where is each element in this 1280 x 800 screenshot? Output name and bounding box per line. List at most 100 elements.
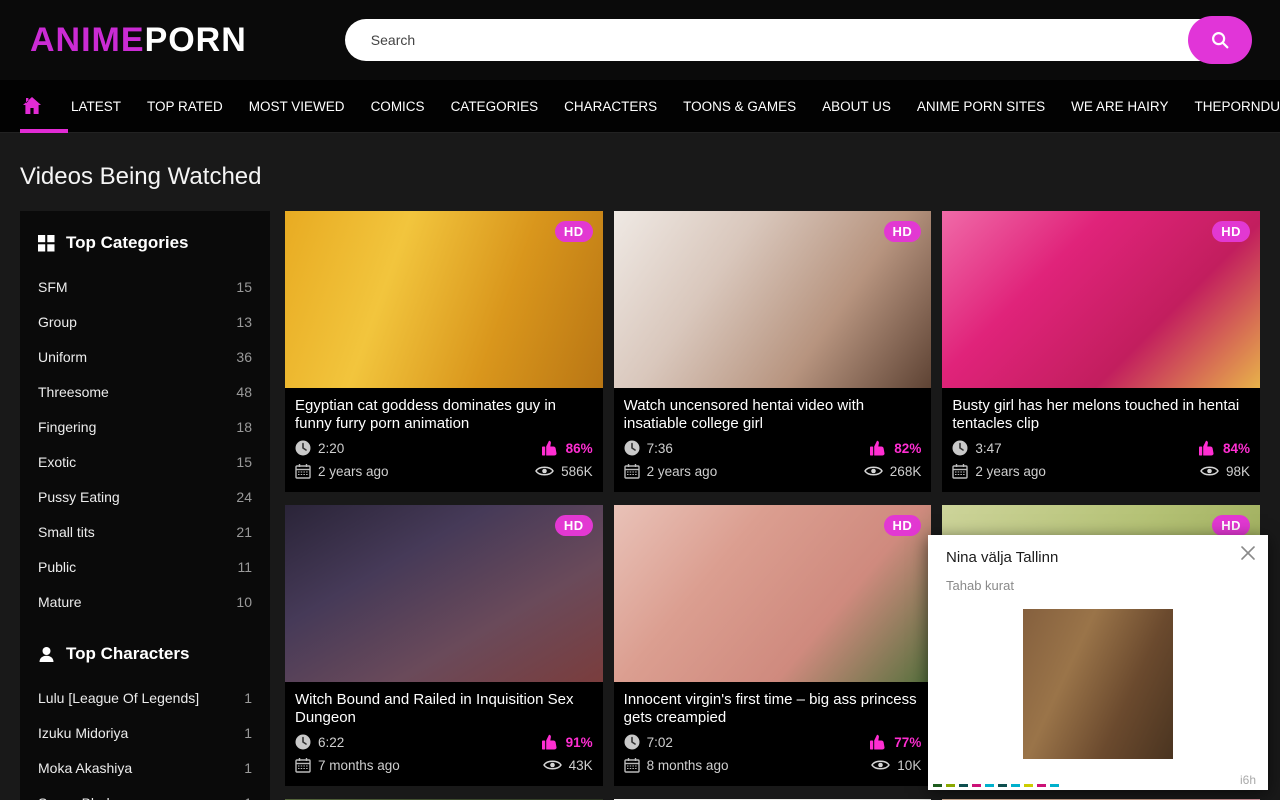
magnifier-icon	[1209, 29, 1231, 51]
video-card: HD Busty girl has her melons touched in …	[942, 211, 1260, 492]
character-label: Izuku Midoriya	[38, 725, 128, 741]
color-dash	[959, 784, 968, 787]
logo-text-secondary: PORN	[145, 21, 247, 59]
category-label: SFM	[38, 279, 68, 295]
nav-link[interactable]: COMICS	[358, 80, 438, 133]
nav-link[interactable]: MOST VIEWED	[236, 80, 358, 133]
character-list-item[interactable]: Moka Akashiya 1	[38, 760, 252, 776]
video-views: 43K	[569, 758, 593, 773]
video-views: 10K	[897, 758, 921, 773]
character-count: 1	[244, 690, 252, 706]
hd-badge: HD	[555, 515, 593, 536]
video-title[interactable]: Busty girl has her melons touched in hen…	[952, 397, 1250, 433]
clock-icon	[624, 440, 640, 456]
category-list-item[interactable]: Threesome 48	[38, 384, 252, 400]
ad-timer-label: i6h	[1240, 773, 1256, 787]
video-thumbnail[interactable]: HD	[614, 211, 932, 388]
character-list-item[interactable]: Lulu [League Of Legends] 1	[38, 690, 252, 706]
nav-link[interactable]: ANIME PORN SITES	[904, 80, 1058, 133]
page-title: Videos Being Watched	[20, 163, 1260, 191]
video-card: HD Watch uncensored hentai video with in…	[614, 211, 932, 492]
video-thumbnail[interactable]: HD	[285, 505, 603, 682]
category-count: 18	[236, 419, 252, 435]
color-dash	[1011, 784, 1020, 787]
nav-link[interactable]: THEPORNDUDE	[1181, 80, 1280, 133]
video-title[interactable]: Watch uncensored hentai video with insat…	[624, 397, 922, 433]
hd-badge: HD	[884, 221, 922, 242]
thumb-up-icon	[870, 440, 887, 456]
thumb-up-icon	[542, 734, 559, 750]
search-button[interactable]	[1188, 16, 1252, 64]
video-title[interactable]: Witch Bound and Railed in Inquisition Se…	[295, 691, 593, 727]
character-label: Moka Akashiya	[38, 760, 132, 776]
video-likes: 86%	[566, 441, 593, 456]
video-age: 2 years ago	[318, 464, 389, 479]
category-count: 36	[236, 349, 252, 365]
category-count: 15	[236, 279, 252, 295]
video-thumbnail[interactable]: HD	[285, 211, 603, 388]
category-list-item[interactable]: Group 13	[38, 314, 252, 330]
category-list-item[interactable]: Mature 10	[38, 594, 252, 610]
color-dash	[1024, 784, 1033, 787]
category-list-item[interactable]: Public 11	[38, 559, 252, 575]
site-logo[interactable]: ANIMEPORN	[30, 21, 247, 60]
video-thumbnail[interactable]: HD	[614, 505, 932, 682]
video-title[interactable]: Innocent virgin's first time – big ass p…	[624, 691, 922, 727]
color-dash	[1037, 784, 1046, 787]
category-label: Small tits	[38, 524, 95, 540]
nav-link[interactable]: LATEST	[58, 80, 134, 133]
video-views: 586K	[561, 464, 593, 479]
nav-link[interactable]: ABOUT US	[809, 80, 904, 133]
character-count: 1	[244, 795, 252, 800]
nav-link[interactable]: WE ARE HAIRY	[1058, 80, 1181, 133]
nav-home-link[interactable]	[20, 80, 44, 133]
color-dash	[1050, 784, 1059, 787]
video-age: 7 months ago	[318, 758, 400, 773]
category-label: Exotic	[38, 454, 76, 470]
nav-link[interactable]: CATEGORIES	[438, 80, 552, 133]
nav-link[interactable]: TOP RATED	[134, 80, 236, 133]
category-list-item[interactable]: SFM 15	[38, 279, 252, 295]
video-card: HD Innocent virgin's first time – big as…	[614, 505, 932, 786]
category-count: 21	[236, 524, 252, 540]
category-label: Threesome	[38, 384, 109, 400]
color-dash	[985, 784, 994, 787]
sidebar: Top Categories SFM 15 Group 13	[20, 211, 270, 800]
top-categories-list: SFM 15 Group 13 Uniform 36	[38, 279, 252, 610]
category-list-item[interactable]: Small tits 21	[38, 524, 252, 540]
video-views: 268K	[890, 464, 922, 479]
category-label: Public	[38, 559, 76, 575]
category-list-item[interactable]: Fingering 18	[38, 419, 252, 435]
video-duration: 7:02	[647, 735, 673, 750]
character-list-item[interactable]: Sonya Blade 1	[38, 795, 252, 800]
nav-link[interactable]: TOONS & GAMES	[670, 80, 809, 133]
logo-text-primary: ANIME	[30, 21, 145, 59]
calendar-icon	[295, 463, 311, 479]
category-list-item[interactable]: Exotic 15	[38, 454, 252, 470]
character-count: 1	[244, 725, 252, 741]
clock-icon	[624, 734, 640, 750]
video-card: HD Witch Bound and Railed in Inquisition…	[285, 505, 603, 786]
category-count: 15	[236, 454, 252, 470]
search-bar	[345, 19, 1250, 61]
video-thumbnail[interactable]: HD	[942, 211, 1260, 388]
video-likes: 91%	[566, 735, 593, 750]
category-list-item[interactable]: Uniform 36	[38, 349, 252, 365]
video-card: HD Egyptian cat goddess dominates guy in…	[285, 211, 603, 492]
clock-icon	[295, 440, 311, 456]
video-duration: 7:36	[647, 441, 673, 456]
category-list-item[interactable]: Pussy Eating 24	[38, 489, 252, 505]
hd-badge: HD	[884, 515, 922, 536]
thumb-up-icon	[870, 734, 887, 750]
nav-link[interactable]: CHARACTERS	[551, 80, 670, 133]
character-list-item[interactable]: Izuku Midoriya 1	[38, 725, 252, 741]
search-input[interactable]	[345, 19, 1250, 61]
popup-ad-title[interactable]: Nina välja Tallinn	[946, 549, 1250, 566]
close-x-icon[interactable]	[1240, 545, 1256, 561]
popup-ad-photo[interactable]	[1023, 609, 1173, 759]
video-likes: 82%	[894, 441, 921, 456]
calendar-icon	[624, 463, 640, 479]
category-label: Group	[38, 314, 77, 330]
video-age: 2 years ago	[975, 464, 1046, 479]
video-title[interactable]: Egyptian cat goddess dominates guy in fu…	[295, 397, 593, 433]
